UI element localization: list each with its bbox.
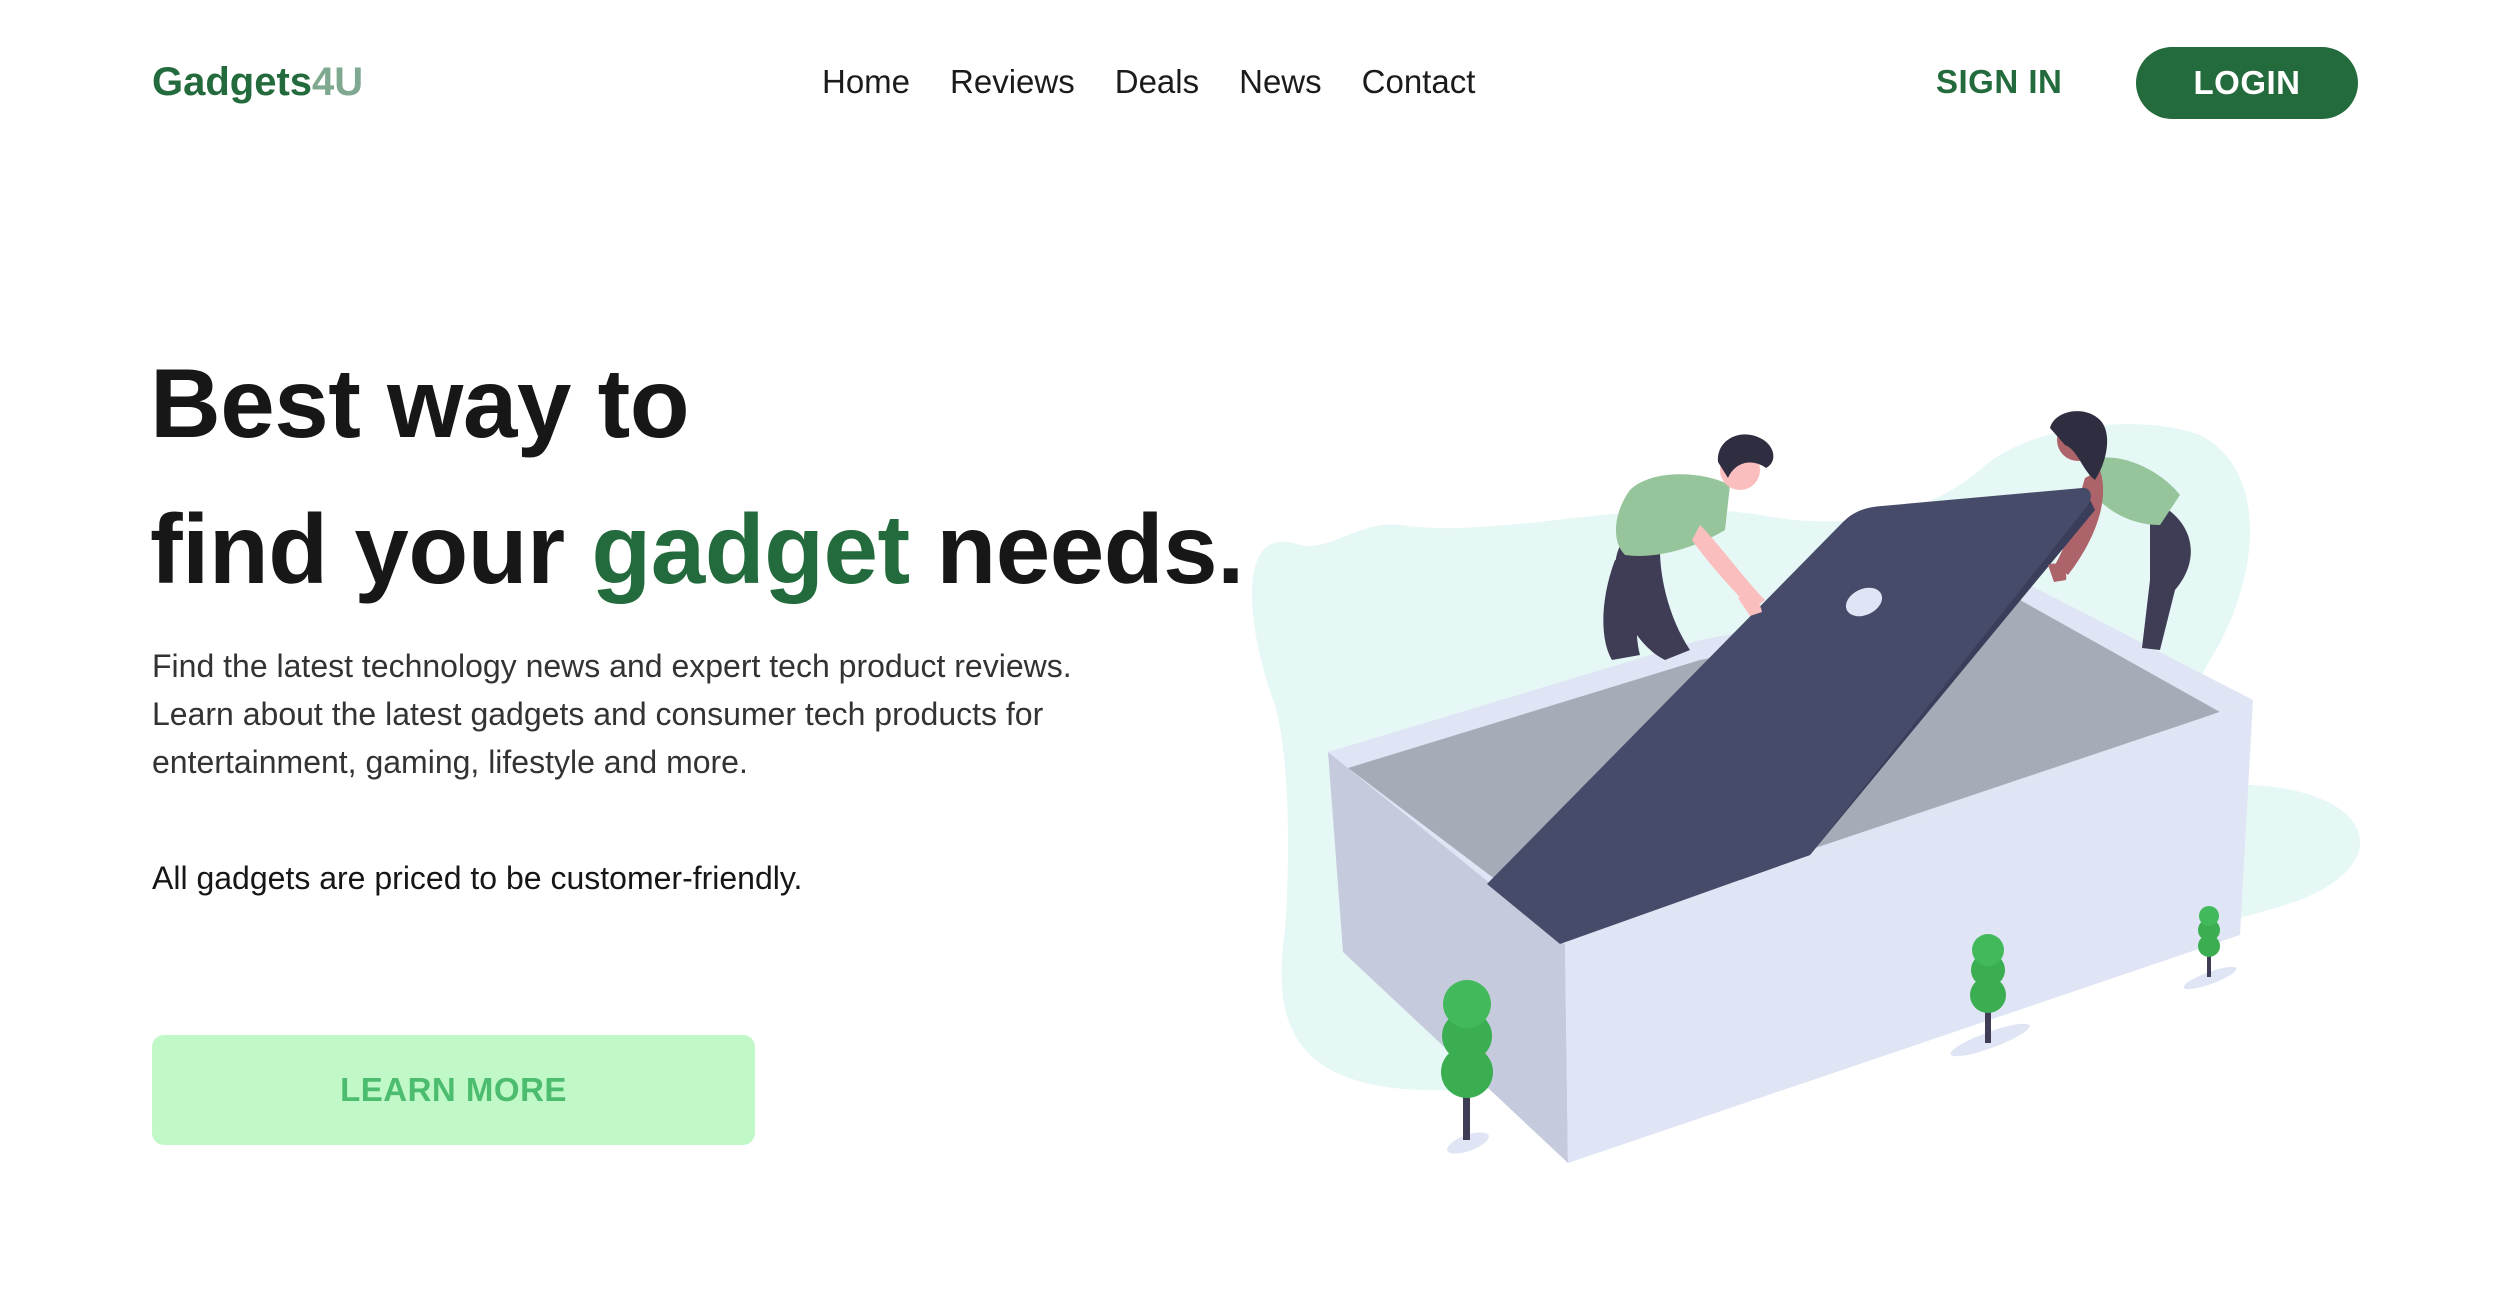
main-nav: Home Reviews Deals News Contact: [822, 56, 1475, 108]
pricing-note: All gadgets are priced to be customer-fr…: [152, 860, 803, 896]
tree-icon: [1970, 934, 2006, 1043]
nav-link-deals[interactable]: Deals: [1115, 63, 1199, 101]
logo-text-suffix: 4U: [312, 60, 364, 104]
logo-text-main: Gadgets: [152, 60, 313, 104]
tree-icon: [2198, 906, 2220, 977]
headline-accent-word: gadget: [591, 494, 910, 604]
sign-in-link[interactable]: SIGN IN: [1936, 56, 2062, 108]
headline-line-1: Best way to: [150, 348, 690, 458]
nav-link-reviews[interactable]: Reviews: [950, 63, 1075, 101]
nav-link-contact[interactable]: Contact: [1362, 63, 1476, 101]
nav-link-home[interactable]: Home: [822, 63, 910, 101]
landing-page: Gadgets4U Home Reviews Deals News Contac…: [0, 0, 2496, 1312]
login-button[interactable]: LOGIN: [2136, 47, 2358, 119]
headline-line-2-start: find your: [150, 494, 592, 604]
hero-description: Find the latest technology news and expe…: [152, 648, 1072, 780]
learn-more-button[interactable]: LEARN MORE: [152, 1035, 755, 1145]
headline-line-2-end: needs.: [909, 494, 1244, 604]
tree-icon: [1441, 980, 1493, 1140]
hero-headline: Best way to find your gadget needs.: [150, 330, 1244, 622]
brand-logo[interactable]: Gadgets4U: [152, 56, 363, 108]
people-placing-phone-in-box-illustration: [1251, 411, 2361, 1163]
nav-link-news[interactable]: News: [1239, 63, 1322, 101]
